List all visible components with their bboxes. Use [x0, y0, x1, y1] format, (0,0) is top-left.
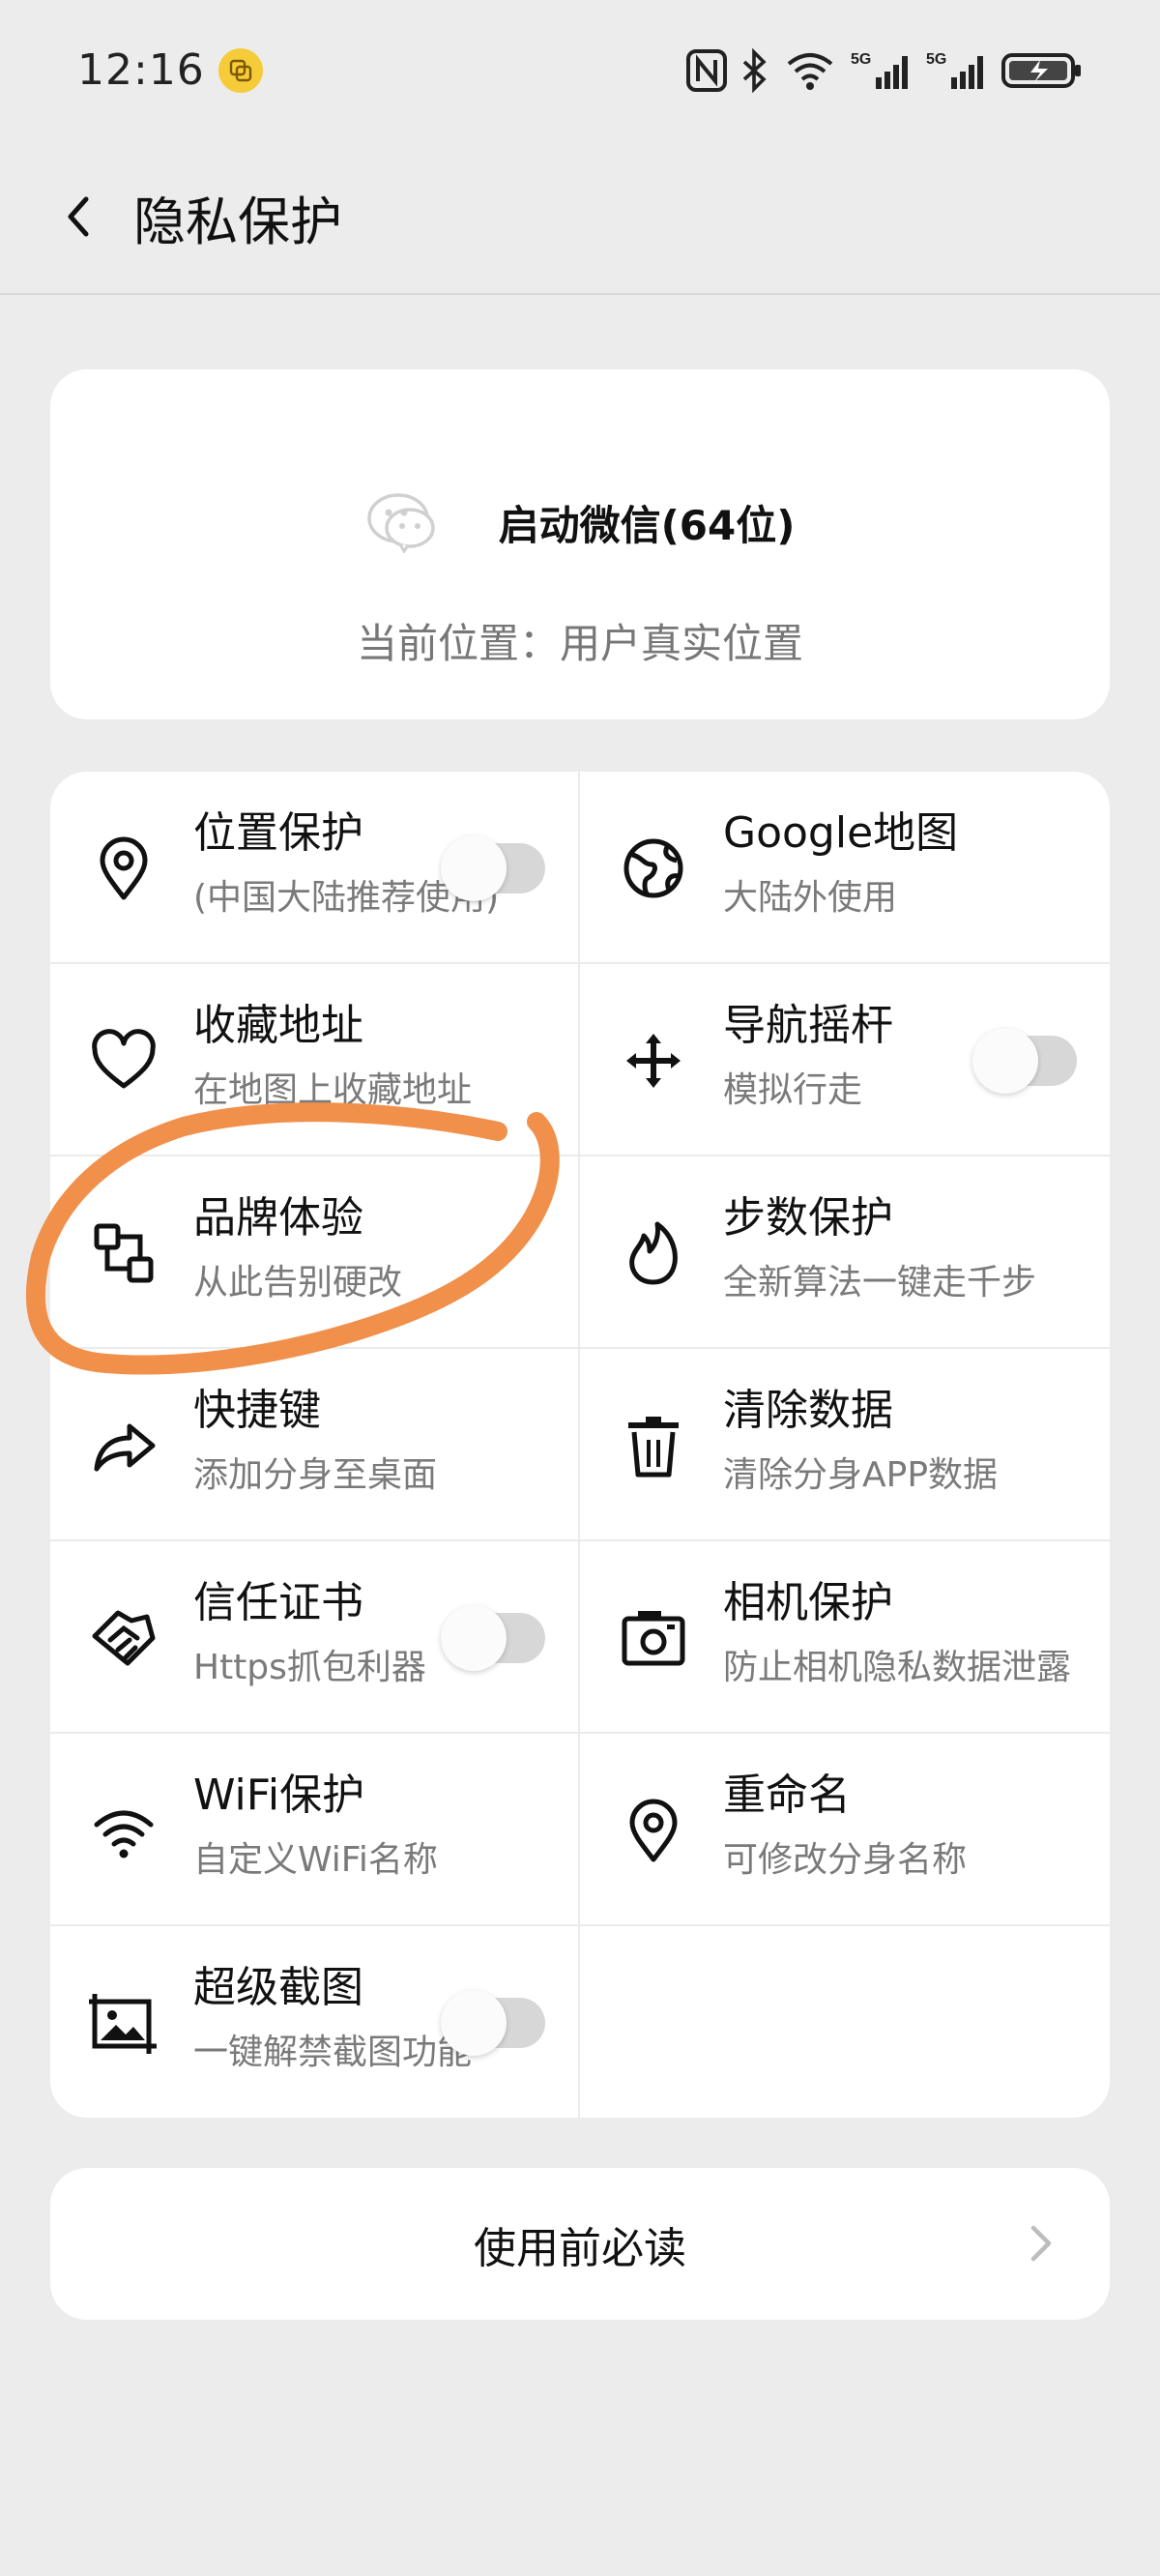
- feature-text: 收藏地址在地图上收藏地址: [193, 997, 578, 1115]
- read-before-use-label: 使用前必读: [474, 2223, 686, 2273]
- feature-subtitle: 添加分身至桌面: [193, 1455, 438, 1495]
- feature-item[interactable]: 快捷键添加分身至桌面: [50, 1349, 580, 1541]
- swap-squares-icon: [89, 1218, 159, 1288]
- page-title: 隐私保护: [133, 190, 342, 252]
- nfc-icon: [686, 48, 727, 92]
- feature-title: Google地图: [723, 808, 959, 858]
- feature-subtitle: 全新算法一键走千步: [723, 1263, 1037, 1303]
- feature-toggle[interactable]: [441, 835, 545, 901]
- share-arrow-icon: [89, 1411, 159, 1480]
- feature-text: 清除数据清除分身APP数据: [723, 1382, 1110, 1500]
- feature-title: WiFi保护: [193, 1771, 365, 1820]
- feature-title: 品牌体验: [193, 1193, 363, 1243]
- signal-5g-icon: 5G: [851, 51, 908, 89]
- screenshot-icon: [89, 1988, 159, 2058]
- wifi-icon: [787, 52, 833, 90]
- feature-text: 相机保护防止相机隐私数据泄露: [723, 1574, 1110, 1692]
- toggle-knob: [972, 1028, 1038, 1094]
- signal-5g-icon: 5G: [926, 51, 983, 89]
- app-header: 隐私保护: [0, 140, 1160, 295]
- feature-grid: 位置保护 (中国大陆推荐使用) Google地图 大陆外使用 收藏地址 在地图上收藏地址导…: [50, 772, 1110, 2118]
- feature-item[interactable]: 品牌体验从此告别硬改: [50, 1156, 580, 1349]
- globe-icon: [619, 834, 688, 903]
- feature-text: Google地图大陆外使用: [723, 805, 1110, 922]
- status-icons: 5G 5G: [686, 47, 1083, 93]
- feature-item[interactable]: 信任证书 Https抓包利器: [50, 1541, 580, 1734]
- status-left: 12:16: [77, 45, 263, 95]
- app-notification-icon: [218, 47, 263, 93]
- feature-subtitle: 从此告别硬改: [193, 1263, 403, 1303]
- status-time: 12:16: [77, 45, 205, 95]
- feature-toggle[interactable]: [441, 1990, 545, 2056]
- chevron-left-icon: [68, 196, 89, 237]
- feature-item[interactable]: 相机保护防止相机隐私数据泄露: [580, 1541, 1110, 1734]
- feature-item[interactable]: Google地图大陆外使用: [580, 772, 1110, 964]
- feature-text: 品牌体验从此告别硬改: [193, 1189, 578, 1307]
- feature-title: 步数保护: [723, 1193, 893, 1243]
- feature-item[interactable]: 超级截图 一键解禁截图功能: [50, 1926, 580, 2118]
- current-location-text: 当前位置：用户真实位置: [356, 620, 803, 667]
- feature-item[interactable]: 导航摇杆 模拟行走: [580, 964, 1110, 1156]
- bluetooth-icon: [742, 47, 767, 93]
- status-bar: 12:16 5G 5G: [0, 0, 1160, 140]
- feature-item[interactable]: 重命名可修改分身名称: [580, 1734, 1110, 1926]
- handshake-icon: [89, 1603, 159, 1673]
- feature-item[interactable]: 位置保护 (中国大陆推荐使用): [50, 772, 580, 964]
- chevron-right-icon: [1030, 2225, 1052, 2262]
- feature-subtitle: 大陆外使用: [723, 878, 898, 918]
- feature-text: 重命名可修改分身名称: [723, 1767, 1110, 1885]
- feature-text: 步数保护全新算法一键走千步: [723, 1189, 1110, 1307]
- feature-item[interactable]: 清除数据清除分身APP数据: [580, 1349, 1110, 1541]
- feature-item[interactable]: 收藏地址在地图上收藏地址: [50, 964, 580, 1156]
- empty-cell: [580, 1926, 1110, 2118]
- feature-title: 快捷键: [193, 1386, 321, 1435]
- svg-text:5G: 5G: [851, 51, 871, 68]
- svg-text:5G: 5G: [926, 51, 946, 68]
- camera-icon: [619, 1603, 688, 1673]
- feature-title: 清除数据: [723, 1386, 893, 1435]
- feature-item[interactable]: 步数保护全新算法一键走千步: [580, 1156, 1110, 1349]
- launch-card[interactable]: 启动微信(64位) 当前位置：用户真实位置: [50, 369, 1110, 719]
- feature-subtitle: 可修改分身名称: [723, 1840, 968, 1880]
- launch-title: 启动微信(64位): [498, 501, 796, 549]
- feature-subtitle: 清除分身APP数据: [723, 1455, 999, 1495]
- read-before-use-button[interactable]: 使用前必读: [50, 2168, 1110, 2320]
- feature-subtitle: 自定义WiFi名称: [193, 1840, 438, 1880]
- move-arrows-icon: [619, 1026, 688, 1096]
- feature-title: 相机保护: [723, 1578, 893, 1627]
- location-pin-icon: [619, 1796, 688, 1865]
- feature-subtitle: 在地图上收藏地址: [193, 1070, 473, 1110]
- feature-grid-card: 位置保护 (中国大陆推荐使用) Google地图 大陆外使用 收藏地址 在地图上收藏地址导…: [50, 772, 1110, 2118]
- feature-item[interactable]: WiFi保护自定义WiFi名称: [50, 1734, 580, 1926]
- wifi-icon: [89, 1796, 159, 1865]
- trash-icon: [619, 1411, 688, 1480]
- toggle-knob: [441, 1990, 507, 2056]
- flame-icon: [619, 1218, 688, 1288]
- wechat-icon: [366, 493, 435, 553]
- heart-icon: [89, 1026, 159, 1096]
- launch-app-button[interactable]: 启动微信(64位): [50, 466, 1110, 578]
- feature-text: WiFi保护自定义WiFi名称: [193, 1767, 578, 1885]
- feature-title: 收藏地址: [193, 1001, 363, 1050]
- battery-charging-icon: [1001, 52, 1081, 88]
- back-button[interactable]: [48, 188, 106, 246]
- toggle-knob: [441, 1605, 507, 1671]
- feature-toggle[interactable]: [441, 1605, 545, 1671]
- toggle-knob: [441, 835, 507, 901]
- feature-subtitle: 防止相机隐私数据泄露: [723, 1648, 1072, 1687]
- feature-toggle[interactable]: [972, 1028, 1077, 1094]
- feature-text: 快捷键添加分身至桌面: [193, 1382, 578, 1500]
- feature-title: 重命名: [723, 1771, 851, 1820]
- location-pin-icon: [89, 834, 159, 903]
